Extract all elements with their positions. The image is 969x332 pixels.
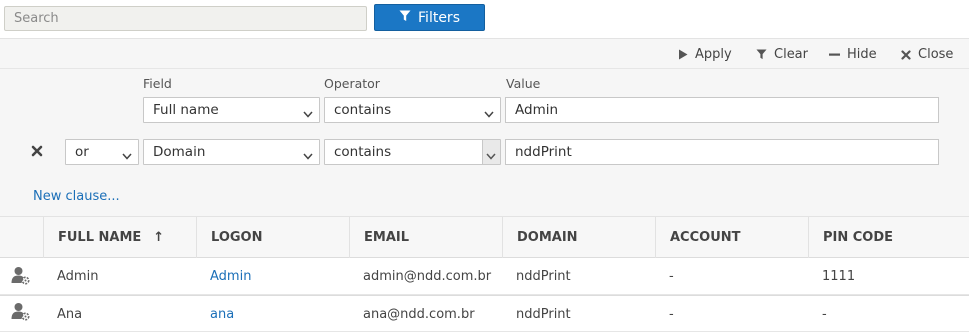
column-header-pin-code[interactable]: PIN CODE (808, 217, 969, 258)
cell-full-name: Ana (57, 306, 83, 322)
clause-1-operator-select[interactable]: contains (324, 97, 501, 123)
clear-button[interactable]: Clear (756, 47, 808, 62)
clause-1-value-input[interactable]: Admin (505, 97, 939, 123)
cell-account: - (669, 268, 674, 284)
chevron-down-icon (484, 106, 494, 122)
user-settings-icon (11, 266, 31, 290)
clause-2-value-input[interactable]: nddPrint (505, 139, 939, 165)
cell-domain: nddPrint (516, 268, 571, 284)
clause-2-connector-value: or (75, 144, 89, 160)
clause-1-field-value: Full name (153, 102, 219, 118)
clause-1-field-select[interactable]: Full name (143, 97, 320, 123)
chevron-down-icon (303, 148, 313, 164)
chevron-down-icon (486, 148, 496, 164)
column-header-label: ACCOUNT (670, 230, 741, 245)
clear-label: Clear (774, 47, 808, 62)
chevron-down-icon (122, 148, 132, 164)
column-header-label: FULL NAME (58, 230, 142, 245)
clause-2-operator-value: contains (334, 144, 392, 160)
select-column-header (0, 217, 43, 258)
column-header-label: PIN CODE (823, 230, 894, 245)
table-row[interactable]: Admin Admin admin@ndd.com.br nddPrint - … (0, 258, 969, 295)
new-clause-link[interactable]: New clause... (33, 189, 120, 204)
column-header-label: DOMAIN (517, 230, 578, 245)
column-header-full-name[interactable]: FULL NAME ↑ (43, 217, 196, 258)
close-label: Close (918, 47, 954, 62)
minus-icon (829, 49, 840, 60)
filter-panel: Apply Clear Hide Close Field Operator Va… (0, 38, 969, 216)
column-header-email[interactable]: EMAIL (349, 217, 502, 258)
clause-2-field-select[interactable]: Domain (143, 139, 320, 165)
cell-pin-code: - (822, 306, 827, 322)
cell-domain: nddPrint (516, 306, 571, 322)
cell-full-name: Admin (57, 268, 99, 284)
chevron-down-icon (303, 106, 313, 122)
hide-button[interactable]: Hide (829, 47, 877, 62)
user-settings-icon (11, 302, 31, 326)
top-bar: Filters (0, 0, 969, 38)
cell-email: admin@ndd.com.br (363, 268, 492, 284)
column-header-account[interactable]: ACCOUNT (655, 217, 808, 258)
cell-logon-link[interactable]: ana (196, 296, 349, 332)
apply-button[interactable]: Apply (678, 47, 732, 62)
filter-panel-actions: Apply Clear Hide Close (0, 39, 969, 69)
filters-button[interactable]: Filters (374, 4, 485, 31)
cell-pin-code: 1111 (822, 268, 856, 284)
play-icon (678, 49, 688, 60)
clause-1-operator-value: contains (334, 102, 392, 118)
close-button[interactable]: Close (901, 47, 953, 62)
funnel-icon (756, 49, 767, 60)
value-column-label: Value (506, 76, 541, 91)
cell-logon-link[interactable]: Admin (196, 258, 349, 294)
filters-button-label: Filters (418, 9, 460, 26)
table-header: FULL NAME ↑ LOGON EMAIL DOMAIN ACCOUNT P… (0, 216, 969, 258)
column-header-domain[interactable]: DOMAIN (502, 217, 655, 258)
funnel-icon (399, 10, 411, 26)
remove-clause-icon[interactable] (31, 145, 43, 161)
hide-label: Hide (847, 47, 877, 62)
cell-account: - (669, 306, 674, 322)
close-icon (901, 49, 911, 60)
apply-label: Apply (695, 47, 732, 62)
field-column-label: Field (143, 76, 172, 91)
sort-ascending-icon: ↑ (153, 230, 165, 245)
operator-column-label: Operator (324, 76, 380, 91)
clause-2-connector-select[interactable]: or (65, 139, 139, 165)
column-header-label: LOGON (211, 230, 263, 245)
column-header-logon[interactable]: LOGON (196, 217, 349, 258)
column-header-label: EMAIL (364, 230, 409, 245)
search-input[interactable] (4, 6, 367, 31)
clause-2-operator-select[interactable]: contains (324, 139, 501, 165)
cell-email: ana@ndd.com.br (363, 306, 475, 322)
clause-2-field-value: Domain (153, 144, 206, 160)
table-row[interactable]: Ana ana ana@ndd.com.br nddPrint - - (0, 295, 969, 332)
